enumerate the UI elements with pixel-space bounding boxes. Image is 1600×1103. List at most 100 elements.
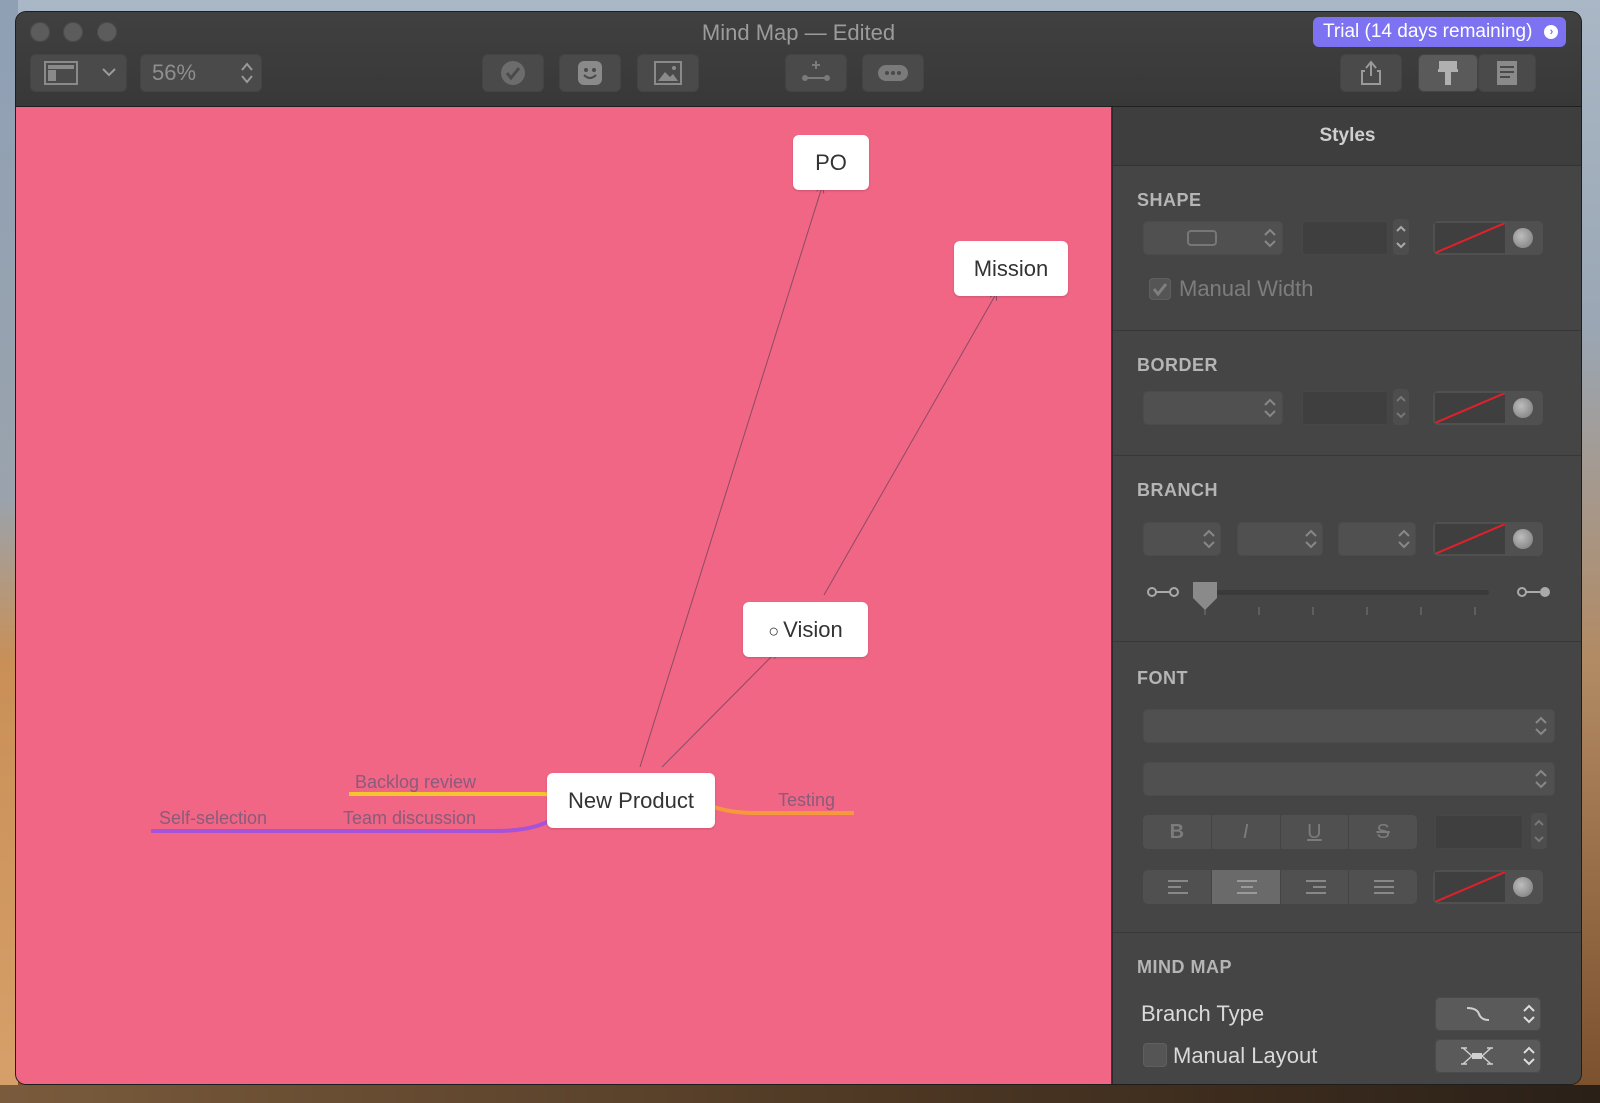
titlebar: Mind Map — Edited Trial (14 days remaini… xyxy=(16,12,1581,107)
border-title: BORDER xyxy=(1137,355,1219,375)
comment-button[interactable] xyxy=(862,54,924,92)
layout-type-select[interactable] xyxy=(1435,1039,1541,1073)
styles-toggle-button[interactable] xyxy=(1418,54,1478,92)
emoji-icon xyxy=(578,61,602,85)
align-left-icon xyxy=(1168,880,1188,894)
add-child-button[interactable] xyxy=(785,54,847,92)
text-align-segment xyxy=(1143,870,1417,904)
underline-icon: U xyxy=(1307,821,1322,843)
font-size-field[interactable] xyxy=(1435,815,1523,849)
slider-ticks xyxy=(1204,607,1476,615)
node-po-label: PO xyxy=(815,150,847,175)
desktop-dock-edge xyxy=(0,1085,1600,1103)
shape-section: SHAPE Manual Width xyxy=(1113,166,1581,331)
node-root[interactable]: New Product xyxy=(547,773,715,828)
branch-color-well[interactable] xyxy=(1433,522,1543,556)
mind-map-canvas[interactable]: PO Mission ○ Vision New Product Backlog r… xyxy=(16,107,1111,1084)
branch-spacing-track[interactable] xyxy=(1201,590,1489,595)
image-icon xyxy=(654,61,682,85)
node-mission-label: Mission xyxy=(973,256,1049,281)
border-width-stepper[interactable] xyxy=(1393,389,1409,425)
strikethrough-button[interactable]: S xyxy=(1349,815,1417,849)
branch-title: BRANCH xyxy=(1137,480,1218,500)
stepper-icon xyxy=(1396,395,1406,419)
strikethrough-icon: S xyxy=(1376,821,1390,843)
checkmark-icon xyxy=(501,61,525,85)
manual-layout-checkbox[interactable] xyxy=(1143,1043,1167,1067)
align-left-button[interactable] xyxy=(1143,870,1212,904)
align-center-button[interactable] xyxy=(1211,870,1281,904)
border-style-select[interactable] xyxy=(1143,391,1283,425)
color-picker-icon xyxy=(1513,398,1533,418)
branch-lines xyxy=(151,107,1111,833)
font-section: FONT B I U S xyxy=(1113,642,1581,933)
shape-fill-color-well[interactable] xyxy=(1433,221,1543,255)
stepper-icon xyxy=(1264,228,1276,248)
align-justify-icon xyxy=(1374,880,1395,894)
italic-button[interactable]: I xyxy=(1212,815,1281,849)
branch-label-self[interactable]: Self-selection xyxy=(159,808,267,829)
relation-line-po xyxy=(639,187,822,768)
stepper-icon xyxy=(1305,529,1317,549)
text-style-segment: B I U S xyxy=(1143,815,1417,849)
bold-button[interactable]: B xyxy=(1143,815,1212,849)
no-color-slash-icon xyxy=(1435,223,1505,253)
shape-width-stepper[interactable] xyxy=(1393,219,1409,255)
no-color-swatch xyxy=(1435,524,1505,554)
node-mission[interactable]: Mission xyxy=(954,241,1068,296)
app-window: Mind Map — Edited Trial (14 days remaini… xyxy=(16,12,1581,1084)
node-vision[interactable]: ○ Vision xyxy=(743,602,868,657)
node-root-label: New Product xyxy=(568,788,694,813)
stepper-icon xyxy=(1203,529,1215,549)
chevron-down-icon xyxy=(102,68,116,77)
font-style-select[interactable] xyxy=(1143,762,1555,796)
task-button[interactable] xyxy=(482,54,544,92)
italic-icon: I xyxy=(1242,821,1249,843)
align-justify-button[interactable] xyxy=(1349,870,1417,904)
border-width-field[interactable] xyxy=(1302,391,1388,425)
no-color-swatch xyxy=(1435,872,1505,902)
node-po[interactable]: PO xyxy=(793,135,869,190)
zoom-control[interactable]: 56% xyxy=(140,54,262,92)
underline-button[interactable]: U xyxy=(1281,815,1350,849)
branch-label-testing[interactable]: Testing xyxy=(778,790,835,811)
share-icon xyxy=(1361,60,1381,85)
branch-label-team[interactable]: Team discussion xyxy=(343,808,476,829)
font-size-stepper[interactable] xyxy=(1531,813,1547,849)
stepper-icon xyxy=(1396,225,1406,249)
branch-style-select[interactable] xyxy=(1143,522,1221,556)
short-spacing-icon xyxy=(1147,587,1179,597)
branch-type-select[interactable] xyxy=(1435,997,1541,1031)
shape-width-field[interactable] xyxy=(1302,221,1388,255)
branch-section: BRANCH xyxy=(1113,456,1581,642)
layout-both-sides-icon xyxy=(1461,1047,1493,1065)
notes-toggle-button[interactable] xyxy=(1478,54,1536,92)
font-family-select[interactable] xyxy=(1143,709,1555,743)
view-mode-button[interactable] xyxy=(30,54,127,92)
shape-select[interactable] xyxy=(1143,221,1283,255)
no-color-slash-icon xyxy=(1435,393,1505,423)
stepper-icon xyxy=(1523,1004,1535,1024)
branch-end-select[interactable] xyxy=(1338,522,1416,556)
trial-button[interactable]: Trial (14 days remaining) › xyxy=(1313,17,1567,47)
color-picker-icon xyxy=(1513,529,1533,549)
stepper-icon xyxy=(241,62,253,84)
styles-panel: Styles SHAPE Manual Width BORDER BRANCH … xyxy=(1112,107,1581,1084)
manual-width-checkbox[interactable] xyxy=(1149,278,1171,300)
font-color-well[interactable] xyxy=(1433,870,1543,904)
stepper-icon xyxy=(1535,716,1547,736)
arrow-right-icon: › xyxy=(1544,25,1559,39)
circle-icon: ○ xyxy=(768,621,780,641)
branch-label-backlog[interactable]: Backlog review xyxy=(355,772,476,793)
branch-width-select[interactable] xyxy=(1237,522,1323,556)
align-right-button[interactable] xyxy=(1281,870,1350,904)
image-button[interactable] xyxy=(637,54,699,92)
share-button[interactable] xyxy=(1340,54,1402,92)
align-center-icon xyxy=(1236,880,1257,894)
font-title: FONT xyxy=(1137,668,1188,688)
relation-line-vision xyxy=(661,652,776,768)
slider-thumb[interactable] xyxy=(1191,580,1219,612)
sticker-button[interactable] xyxy=(559,54,621,92)
border-color-well[interactable] xyxy=(1433,391,1543,425)
styles-panel-title: Styles xyxy=(1113,107,1581,166)
